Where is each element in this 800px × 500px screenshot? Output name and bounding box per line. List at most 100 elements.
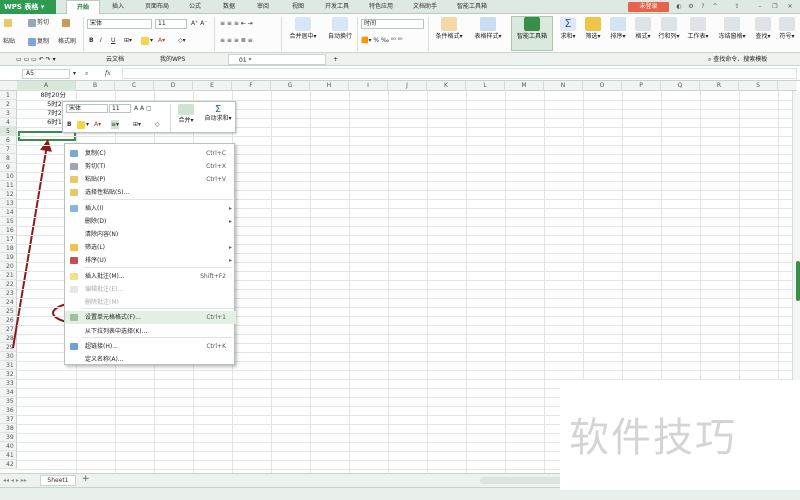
column-header-p[interactable]: P <box>622 81 661 91</box>
column-header-l[interactable]: L <box>466 81 505 91</box>
context-menu-item-2[interactable]: 粘贴(P) Ctrl+V <box>65 173 236 186</box>
help-icon[interactable]: ? <box>699 3 707 11</box>
column-header-k[interactable]: K <box>427 81 466 91</box>
mini-grow-shrink[interactable]: A A ▢ <box>134 104 152 113</box>
align-top-row[interactable]: ≡ ≡ ≡ ⇤ ⇥ <box>220 19 253 28</box>
find-button[interactable]: 查找▾ <box>752 17 774 41</box>
sheet-tab-sheet1[interactable]: Sheet1 <box>40 475 76 486</box>
tab-cloud-docs[interactable]: 云文档 <box>96 54 124 65</box>
tab-insert[interactable]: 插入 <box>104 0 132 14</box>
font-grow-button[interactable]: A⁺ A⁻ <box>191 19 207 28</box>
paste-button[interactable] <box>4 18 13 27</box>
tab-home[interactable]: 开始 <box>66 0 100 14</box>
close-icon[interactable]: ✕ <box>786 3 794 11</box>
sum-button[interactable]: Σ 求和▾ <box>557 17 579 41</box>
tab-formulas[interactable]: 公式 <box>181 0 209 14</box>
font-name-select[interactable]: 宋体 <box>87 19 152 29</box>
column-header-j[interactable]: J <box>388 81 427 91</box>
fill-color-button[interactable]: ▾ <box>141 36 153 45</box>
tab-view[interactable]: 视图 <box>284 0 312 14</box>
sort-button[interactable]: 排序▾ <box>607 17 629 41</box>
format-button[interactable]: 格式▾ <box>632 17 654 41</box>
mini-font-select[interactable]: 宋体 <box>66 104 108 113</box>
mini-align-button[interactable]: ≡▾ <box>111 120 120 129</box>
context-menu-item-9[interactable]: 插入批注(M)... Shift+F2 <box>65 270 236 283</box>
context-menu-item-6[interactable]: 清除内容(N) <box>65 228 236 241</box>
context-menu-item-14[interactable]: 超链接(H)... Ctrl+K <box>65 340 236 353</box>
tab-developer[interactable]: 开发工具 <box>318 0 356 14</box>
tab-page-layout[interactable]: 页面布局 <box>138 0 176 14</box>
context-menu-item-1[interactable]: 剪切(T) Ctrl+X <box>65 160 236 173</box>
sheet-nav-arrows[interactable]: ◂◂ ◂ ▸ ▸▸ <box>3 476 27 485</box>
add-sheet-button[interactable]: + <box>82 475 90 484</box>
italic-button[interactable]: I <box>100 36 102 45</box>
filter-button[interactable]: 筛选▾ <box>582 17 604 41</box>
column-header-g[interactable]: G <box>271 81 310 91</box>
share-icon[interactable]: ⇪ <box>733 3 741 11</box>
clear-format-button[interactable]: ◇▾ <box>178 36 186 45</box>
zoom-icon[interactable]: ⌕ <box>85 69 88 78</box>
column-header-m[interactable]: M <box>505 81 544 91</box>
freeze-panes-button[interactable]: 冻结窗格▾ <box>716 17 748 41</box>
tab-special[interactable]: 特色应用 <box>362 0 400 14</box>
column-header-i[interactable]: I <box>349 81 388 91</box>
column-header-s[interactable]: S <box>739 81 778 91</box>
mini-bold-button[interactable]: B <box>67 120 72 129</box>
mini-merge-button[interactable]: 合并▾ <box>173 104 199 125</box>
formula-input[interactable] <box>122 68 797 79</box>
font-color-button[interactable]: A▾ <box>158 36 165 45</box>
conditional-format-button[interactable]: 条件格式▾ <box>431 17 467 41</box>
copy-button[interactable]: 复制 <box>28 37 49 46</box>
skin-icon[interactable]: ◐ <box>675 3 683 11</box>
fx-icon[interactable]: fx <box>105 69 111 78</box>
app-menu-button[interactable]: WPS 表格 ▾ <box>0 0 56 14</box>
mini-autosum-button[interactable]: Σ 自动求和▾ <box>200 104 236 123</box>
context-menu-item-4[interactable]: 插入(I) ▸ <box>65 202 236 215</box>
column-header-o[interactable]: O <box>583 81 622 91</box>
tab-review[interactable]: 审阅 <box>249 0 277 14</box>
cut-button[interactable]: 剪切 <box>28 18 49 27</box>
wrap-text-button[interactable]: 自动换行 <box>322 17 358 41</box>
tab-data[interactable]: 数据 <box>215 0 243 14</box>
context-menu-item-12[interactable]: 设置单元格格式(F)... Ctrl+1 <box>65 311 236 324</box>
login-button[interactable]: 未登录 <box>628 2 669 12</box>
mini-fill-button[interactable]: ▾ <box>77 120 89 129</box>
context-menu-item-3[interactable]: 选择性粘贴(S)... <box>65 186 236 199</box>
align-row[interactable]: ≡ ≡ ≡ ≣ ≡ <box>220 36 253 45</box>
merge-center-button[interactable]: 合并居中▾ <box>283 17 323 41</box>
column-header-n[interactable]: N <box>544 81 583 91</box>
underline-button[interactable]: U <box>111 36 115 45</box>
search-commands[interactable]: ⌕ 查找命令、搜索模板 <box>708 54 767 65</box>
column-header-q[interactable]: Q <box>661 81 700 91</box>
tab-my-wps[interactable]: 我的WPS <box>150 54 185 65</box>
mini-size-select[interactable]: 11 <box>109 104 131 113</box>
column-header-h[interactable]: H <box>310 81 349 91</box>
restore-icon[interactable]: ❐ <box>771 3 779 11</box>
collapse-ribbon-icon[interactable]: ^ <box>711 3 719 11</box>
font-size-select[interactable]: 11 <box>155 19 187 29</box>
symbol-button[interactable]: 符号▾ <box>776 17 798 41</box>
tab-workbook[interactable]: 01 * <box>228 54 326 65</box>
context-menu-item-15[interactable]: 定义名称(A)... <box>65 353 236 366</box>
bold-button[interactable]: B <box>89 36 94 45</box>
quick-access-icons[interactable]: ▭ ▭ ▭ ↶ ↷ ▾ <box>6 54 56 65</box>
table-style-button[interactable]: 表格样式▾ <box>470 17 506 41</box>
tab-smart-toolbox[interactable]: 智能工具箱 <box>450 0 494 14</box>
column-header-r[interactable]: R <box>700 81 739 91</box>
border-button[interactable]: ⊞▾ <box>124 36 132 45</box>
mini-font-color-button[interactable]: A▾ <box>94 120 101 129</box>
context-menu-item-7[interactable]: 筛选(L) ▸ <box>65 241 236 254</box>
name-box[interactable]: A5 <box>22 69 70 79</box>
scroll-thumb[interactable] <box>796 261 800 301</box>
new-tab-button[interactable]: + <box>330 54 338 65</box>
context-menu-item-8[interactable]: 排序(U) ▸ <box>65 254 236 267</box>
context-menu-item-5[interactable]: 删除(D) ▸ <box>65 215 236 228</box>
worksheet-button[interactable]: 工作表▾ <box>685 17 711 41</box>
row-col-button[interactable]: 行和列▾ <box>656 17 682 41</box>
settings-icon[interactable]: ⚙ <box>687 3 695 11</box>
number-format-select[interactable]: 时间 <box>361 19 424 29</box>
name-box-dropdown-icon[interactable]: ▾ <box>73 69 76 78</box>
tab-doc-assistant[interactable]: 文档助手 <box>406 0 444 14</box>
format-painter-button[interactable] <box>62 18 71 27</box>
context-menu-item-0[interactable]: 复制(C) Ctrl+C <box>65 147 236 160</box>
